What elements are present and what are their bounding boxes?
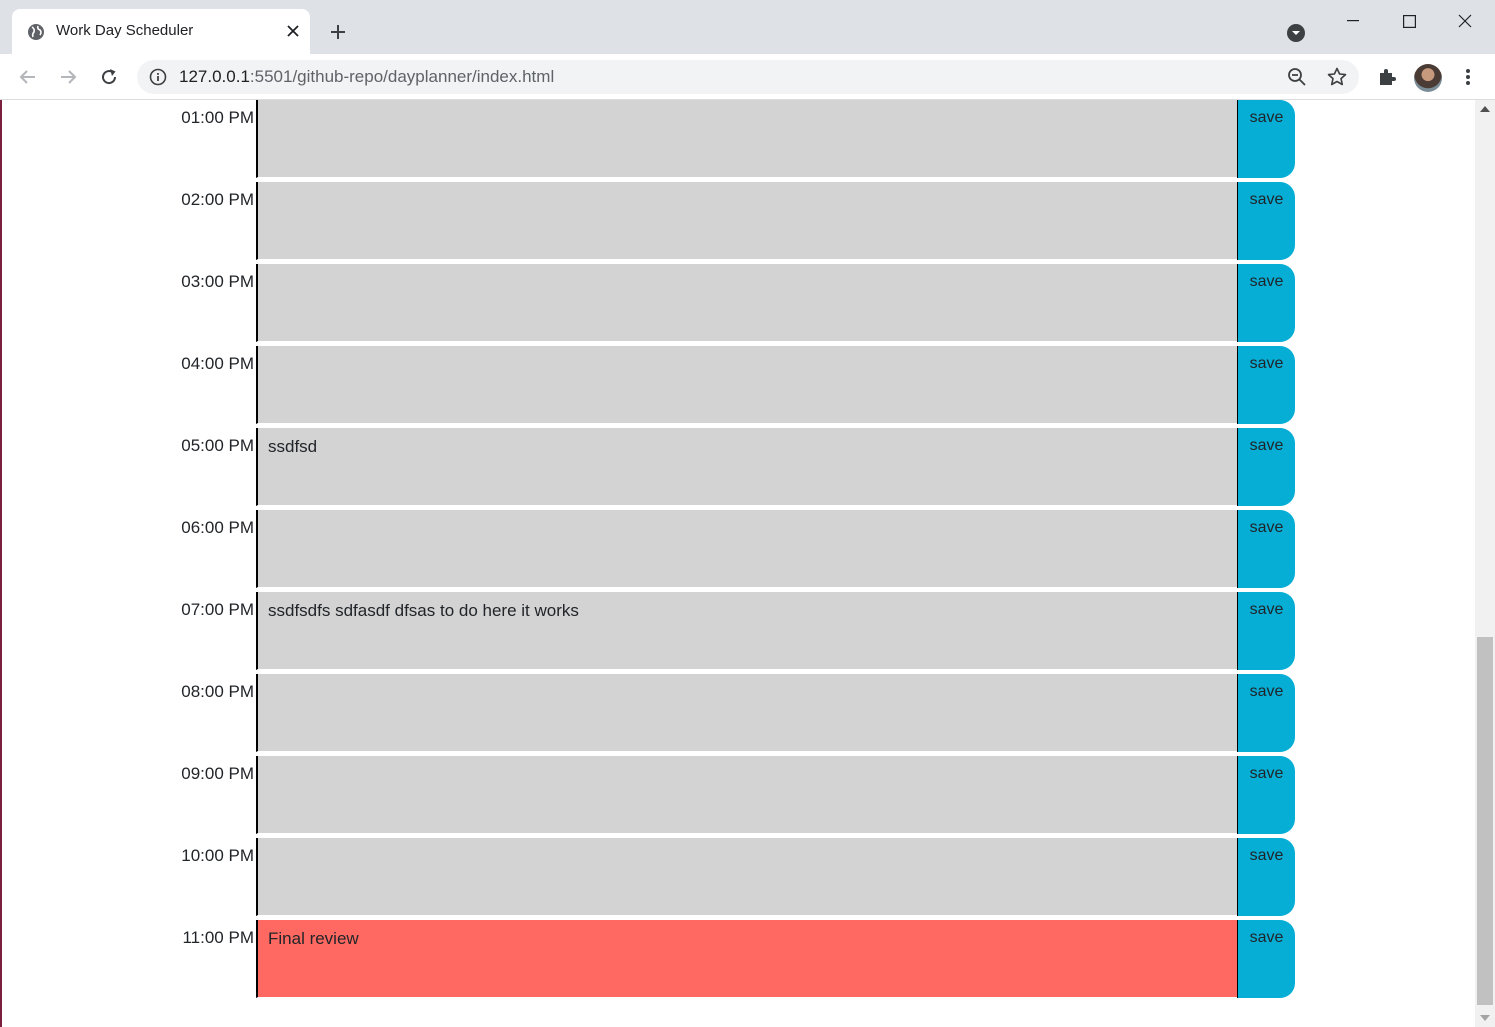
star-icon[interactable]	[1326, 66, 1348, 88]
time-block-row: 01:00 PM save	[2, 100, 1475, 182]
time-block-row: 09:00 PM save	[2, 756, 1475, 838]
time-block-row: 04:00 PM save	[2, 346, 1475, 428]
save-button[interactable]: save	[1237, 182, 1295, 260]
hour-label: 08:00 PM	[181, 682, 254, 701]
hour-label: 10:00 PM	[181, 846, 254, 865]
url-path: :5501/github-repo/dayplanner/index.html	[249, 67, 555, 86]
time-block-row: 06:00 PM save	[2, 510, 1475, 592]
event-description-textarea[interactable]	[256, 756, 1237, 834]
event-description-textarea[interactable]: Final review	[256, 920, 1237, 998]
url-host: 127.0.0.1	[179, 67, 250, 86]
event-description-textarea[interactable]: ssdfsd	[256, 428, 1237, 506]
save-button[interactable]: save	[1237, 674, 1295, 752]
minimize-icon[interactable]	[1330, 6, 1376, 36]
plus-icon[interactable]	[326, 20, 350, 44]
maximize-icon[interactable]	[1386, 6, 1432, 36]
hour-label: 01:00 PM	[181, 108, 254, 127]
event-description-textarea[interactable]	[256, 346, 1237, 424]
save-button[interactable]: save	[1237, 592, 1295, 670]
reload-icon[interactable]	[95, 63, 123, 91]
hour-label: 03:00 PM	[181, 272, 254, 291]
save-button[interactable]: save	[1237, 510, 1295, 588]
browser-tab[interactable]: Work Day Scheduler	[12, 9, 310, 54]
hour-label: 11:00 PM	[182, 928, 254, 947]
browser-toolbar: 127.0.0.1:5501/github-repo/dayplanner/in…	[0, 54, 1495, 100]
save-button[interactable]: save	[1237, 346, 1295, 424]
planner-container: 12:00 PMsave01:00 PMsave02:00 PMsave03:0…	[2, 100, 1475, 1002]
tab-search-icon[interactable]	[1284, 21, 1308, 45]
event-description-textarea[interactable]	[256, 510, 1237, 588]
scroll-down-arrow[interactable]	[1480, 1015, 1490, 1021]
save-button[interactable]: save	[1237, 100, 1295, 178]
globe-icon	[28, 24, 44, 40]
url-text[interactable]: 127.0.0.1:5501/github-repo/dayplanner/in…	[179, 67, 554, 87]
event-description-textarea[interactable]: ssdfsdfs sdfasdf dfsas to do here it wor…	[256, 592, 1237, 670]
scroll-thumb[interactable]	[1477, 637, 1493, 1005]
event-description-textarea[interactable]	[256, 182, 1237, 260]
zoom-out-icon[interactable]	[1286, 66, 1308, 88]
time-block-row: 05:00 PM ssdfsd save	[2, 428, 1475, 510]
event-description-textarea[interactable]	[256, 674, 1237, 752]
extensions-icon[interactable]	[1374, 64, 1400, 90]
time-block-row: 11:00 PM Final review save	[2, 920, 1475, 1002]
time-block-row: 10:00 PM save	[2, 838, 1475, 920]
save-button[interactable]: save	[1237, 428, 1295, 506]
forward-icon[interactable]	[54, 63, 82, 91]
address-bar[interactable]: 127.0.0.1:5501/github-repo/dayplanner/in…	[137, 60, 1359, 94]
browser-titlebar: Work Day Scheduler	[0, 0, 1495, 54]
vertical-scrollbar[interactable]	[1475, 100, 1495, 1027]
hour-label: 02:00 PM	[181, 190, 254, 209]
time-block-row: 03:00 PM save	[2, 264, 1475, 346]
hour-label: 07:00 PM	[181, 600, 254, 619]
tab-title: Work Day Scheduler	[56, 22, 194, 39]
time-block-row: 02:00 PM save	[2, 182, 1475, 264]
hour-label: 09:00 PM	[181, 764, 254, 783]
save-button[interactable]: save	[1237, 920, 1295, 998]
hour-label: 06:00 PM	[181, 518, 254, 537]
save-button[interactable]: save	[1237, 838, 1295, 916]
back-icon[interactable]	[14, 63, 42, 91]
time-block-row: 08:00 PM save	[2, 674, 1475, 756]
hour-label: 05:00 PM	[181, 436, 254, 455]
window-close-icon[interactable]	[1442, 6, 1488, 36]
event-description-textarea[interactable]	[256, 838, 1237, 916]
event-description-textarea[interactable]	[256, 264, 1237, 342]
scroll-up-arrow[interactable]	[1480, 106, 1490, 112]
page-viewport: 12:00 PMsave01:00 PMsave02:00 PMsave03:0…	[0, 100, 1475, 1027]
menu-icon[interactable]	[1455, 64, 1481, 90]
event-description-textarea[interactable]	[256, 100, 1237, 178]
avatar[interactable]	[1414, 64, 1442, 92]
save-button[interactable]: save	[1237, 756, 1295, 834]
close-icon[interactable]	[283, 21, 303, 41]
time-block-row: 07:00 PM ssdfsdfs sdfasdf dfsas to do her…	[2, 592, 1475, 674]
info-icon[interactable]	[149, 68, 167, 86]
save-button[interactable]: save	[1237, 264, 1295, 342]
hour-label: 04:00 PM	[181, 354, 254, 373]
